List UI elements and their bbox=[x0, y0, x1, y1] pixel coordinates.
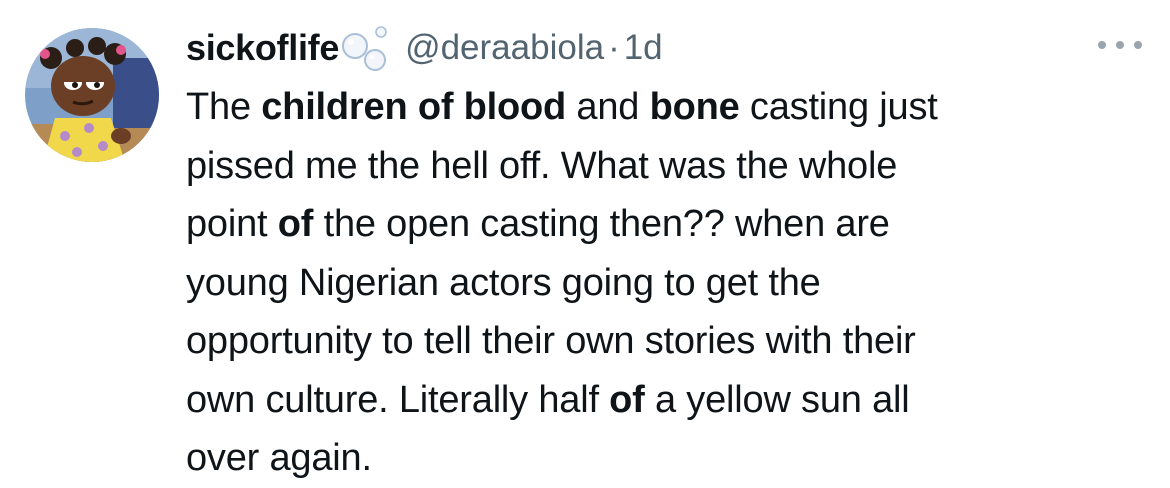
text-segment: over again. bbox=[186, 437, 372, 479]
text-segment: point bbox=[186, 203, 278, 245]
tweet-text-line: opportunity to tell their own stories wi… bbox=[186, 312, 1136, 371]
text-segment: a yellow sun all bbox=[644, 378, 910, 421]
tweet-text-line: own culture. Literally half of a yellow … bbox=[186, 371, 1136, 430]
tweet-text-line: point of the open casting then?? when ar… bbox=[186, 195, 1136, 254]
ellipsis-icon[interactable] bbox=[1098, 30, 1142, 60]
bold-text-segment: children of blood bbox=[261, 86, 567, 128]
display-name[interactable]: sickoflife bbox=[186, 27, 339, 69]
text-segment: own culture. Literally half bbox=[186, 378, 610, 421]
cartoon-character-avatar-icon bbox=[25, 28, 159, 162]
text-segment: and bbox=[566, 86, 650, 128]
avatar[interactable] bbox=[25, 28, 159, 162]
tweet-text: The children of blood and bone casting j… bbox=[186, 78, 1136, 488]
tweet-text-line: young Nigerian actors going to get the bbox=[186, 254, 1136, 313]
tweet-header: sickoflife @deraabiola · 1d bbox=[186, 22, 663, 74]
tweet-card[interactable]: sickoflife @deraabiola · 1d The children… bbox=[0, 0, 1170, 483]
bubbles-emoji-icon bbox=[341, 22, 401, 74]
bold-text-segment: bone bbox=[649, 86, 740, 128]
handle[interactable]: @deraabiola bbox=[405, 28, 604, 68]
text-segment: casting just bbox=[739, 86, 938, 128]
text-segment: young Nigerian actors going to get the bbox=[186, 261, 821, 304]
text-segment: the open casting then?? when are bbox=[313, 203, 890, 245]
tweet-text-line: over again. bbox=[186, 429, 1136, 488]
bold-text-segment: of bbox=[277, 203, 314, 245]
text-segment: opportunity to tell their own stories wi… bbox=[186, 320, 916, 362]
separator-dot: · bbox=[608, 28, 620, 67]
text-segment: The bbox=[186, 86, 262, 128]
text-segment: pissed me the hell off. What was the who… bbox=[186, 144, 898, 187]
bold-text-segment: of bbox=[609, 378, 645, 421]
tweet-text-line: pissed me the hell off. What was the who… bbox=[186, 137, 1136, 196]
timestamp[interactable]: 1d bbox=[624, 28, 663, 68]
tweet-text-line: The children of blood and bone casting j… bbox=[186, 78, 1136, 137]
